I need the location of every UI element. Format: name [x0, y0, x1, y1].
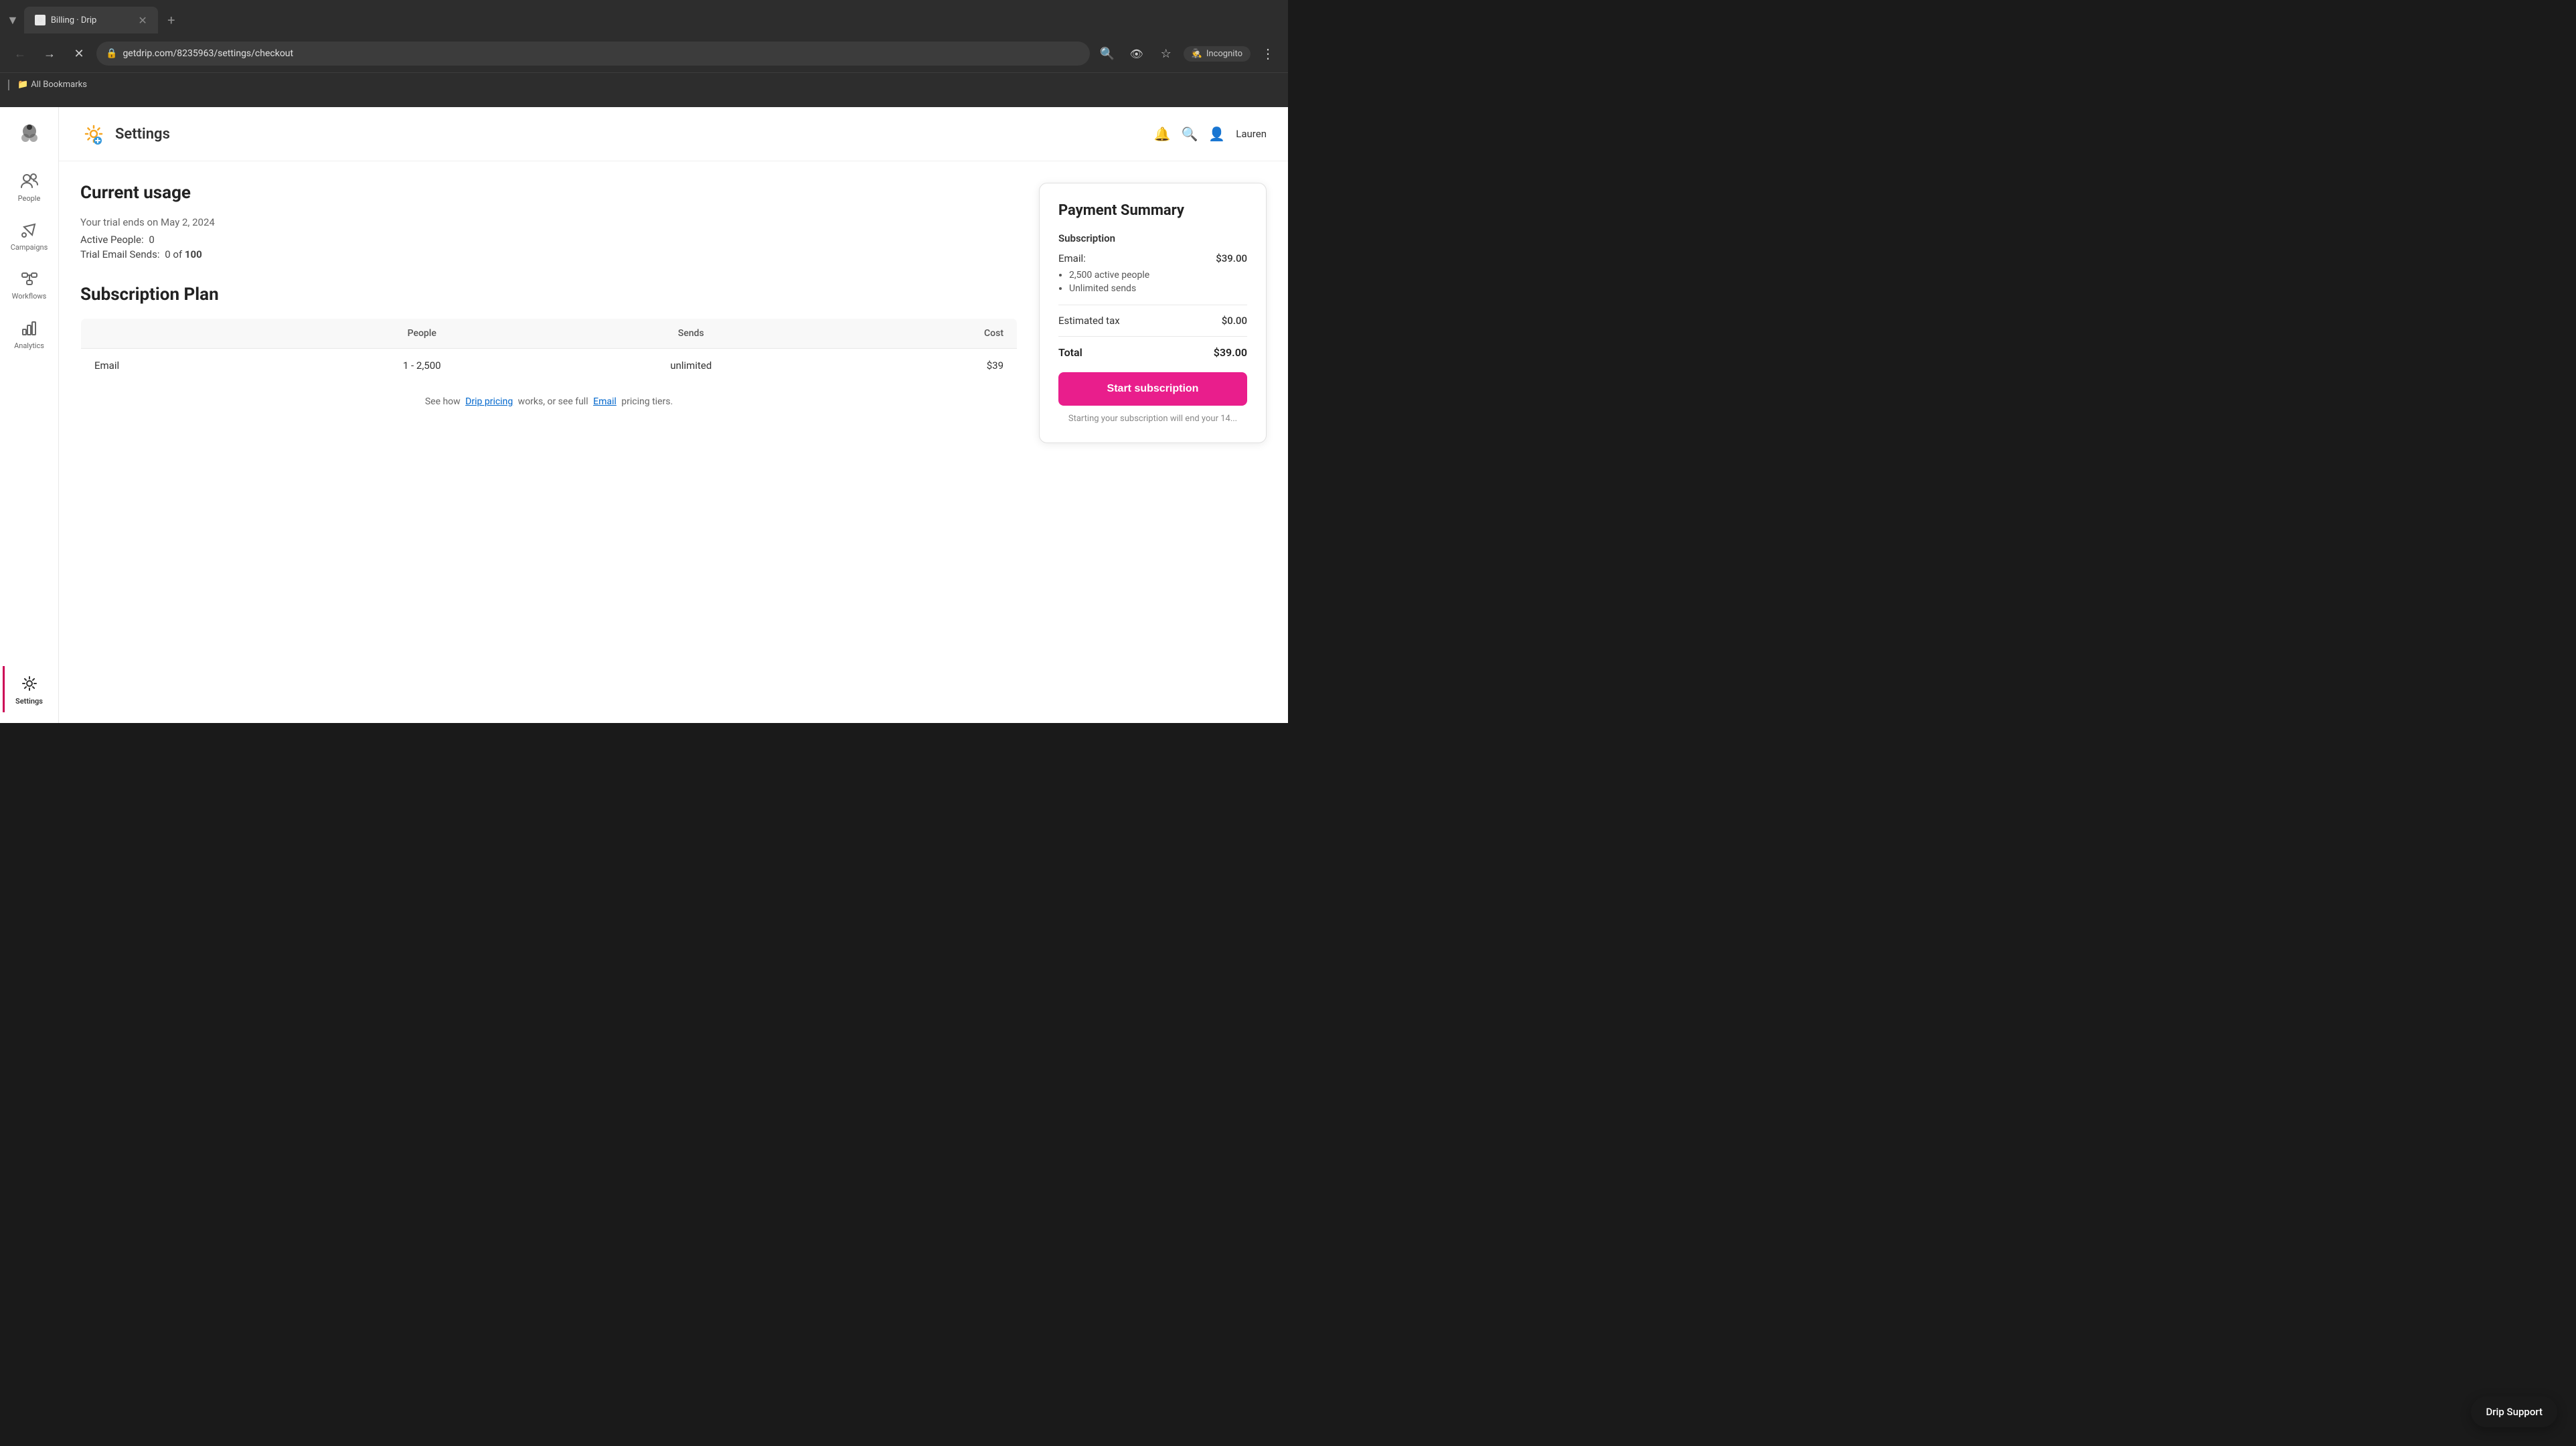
- tab-close-button[interactable]: ✕: [138, 14, 147, 27]
- incognito-label: Incognito: [1206, 49, 1242, 59]
- bookmarks-folder[interactable]: 📁 All Bookmarks: [17, 80, 87, 90]
- feature-active-people: 2,500 active people: [1069, 270, 1247, 280]
- trial-end-text: Your trial ends on May 2, 2024: [80, 216, 1018, 228]
- page-header: Settings 🔔 🔍 👤 Lauren: [59, 107, 1288, 161]
- drip-pricing-link[interactable]: Drip pricing: [465, 396, 513, 407]
- table-col-cost: Cost: [829, 319, 1017, 349]
- sidebar-label-campaigns: Campaigns: [11, 243, 48, 252]
- plan-name-cell: Email: [81, 349, 291, 383]
- header-user-icon[interactable]: 👤: [1208, 126, 1225, 142]
- user-name[interactable]: Lauren: [1236, 128, 1267, 140]
- page-title: Settings: [115, 126, 170, 143]
- main-content: Settings 🔔 🔍 👤 Lauren Current usage Your…: [59, 107, 1288, 723]
- summary-divider-2: [1058, 336, 1247, 337]
- notification-bell-icon[interactable]: 🔔: [1154, 126, 1171, 142]
- sidebar-label-workflows: Workflows: [12, 292, 47, 301]
- sidebar-item-analytics[interactable]: Analytics: [4, 311, 55, 357]
- sidebar-label-analytics: Analytics: [14, 341, 44, 350]
- url-text: getdrip.com/8235963/settings/checkout: [123, 48, 293, 59]
- pricing-note-prefix: See how: [425, 396, 461, 407]
- sidebar-item-workflows[interactable]: Workflows: [4, 261, 55, 307]
- start-subscription-button[interactable]: Start subscription: [1058, 372, 1247, 406]
- pricing-note-middle: works, or see full: [518, 396, 588, 407]
- subscription-note: Starting your subscription will end your…: [1058, 414, 1247, 424]
- email-cost-row: Email: $39.00: [1058, 252, 1247, 264]
- active-people-text: Active People: 0: [80, 234, 1018, 246]
- browser-bookmark-icon[interactable]: ☆: [1154, 42, 1178, 66]
- active-browser-tab[interactable]: ⚙ Billing · Drip ✕: [24, 7, 158, 33]
- content-area: Current usage Your trial ends on May 2, …: [59, 161, 1288, 465]
- header-actions: 🔔 🔍 👤 Lauren: [1154, 126, 1267, 142]
- subscription-section-label: Subscription: [1058, 232, 1247, 244]
- address-bar[interactable]: 🔒 getdrip.com/8235963/settings/checkout: [96, 42, 1090, 66]
- sidebar-label-people: People: [18, 194, 41, 203]
- table-col-people: People: [291, 319, 553, 349]
- settings-icon: [19, 673, 40, 694]
- email-sends-text: Trial Email Sends: 0 of 100: [80, 248, 1018, 260]
- browser-lens-icon[interactable]: 👁: [1125, 42, 1149, 66]
- folder-icon: 📁: [17, 80, 28, 90]
- sidebar-label-settings: Settings: [15, 697, 43, 706]
- security-icon: 🔒: [106, 48, 117, 59]
- tax-value: $0.00: [1222, 315, 1247, 327]
- plan-sends-cell: unlimited: [553, 349, 829, 383]
- drip-support-button[interactable]: Drip Support: [2471, 1396, 2557, 1427]
- email-cost-value: $39.00: [1216, 252, 1247, 264]
- plan-table: People Sends Cost Email 1 - 2,500 unlimi…: [80, 318, 1018, 383]
- plan-features-list: 2,500 active people Unlimited sends: [1069, 270, 1247, 294]
- campaigns-icon: [19, 219, 40, 240]
- pricing-note-suffix: pricing tiers.: [621, 396, 673, 407]
- content-left: Current usage Your trial ends on May 2, …: [80, 183, 1018, 443]
- new-tab-button[interactable]: +: [161, 9, 182, 31]
- folder-label: All Bookmarks: [31, 80, 87, 90]
- browser-back-icon: ▼: [7, 13, 19, 27]
- current-usage-title: Current usage: [80, 183, 1018, 203]
- table-col-sends: Sends: [553, 319, 829, 349]
- browser-back-button[interactable]: ←: [8, 42, 32, 66]
- email-sends-label: Trial Email Sends:: [80, 248, 160, 260]
- app-logo[interactable]: [13, 118, 46, 150]
- incognito-button[interactable]: 🕵️ Incognito: [1184, 46, 1251, 62]
- sidebar-item-people[interactable]: People: [4, 163, 55, 210]
- feature-unlimited-sends: Unlimited sends: [1069, 283, 1247, 294]
- email-sends-value: 0 of 100: [165, 248, 202, 260]
- analytics-icon: [19, 317, 40, 339]
- page-settings-icon: [80, 120, 107, 147]
- people-icon: [19, 170, 40, 191]
- browser-forward-button[interactable]: →: [37, 42, 62, 66]
- plan-people-cell: 1 - 2,500: [291, 349, 553, 383]
- sidebar-item-settings[interactable]: Settings: [3, 666, 54, 712]
- active-people-value: 0: [149, 234, 154, 246]
- tab-title: Billing · Drip: [51, 15, 96, 25]
- tab-favicon: ⚙: [35, 15, 46, 25]
- incognito-icon: 🕵️: [1192, 49, 1202, 59]
- subscription-plan-title: Subscription Plan: [80, 285, 1018, 305]
- payment-summary-title: Payment Summary: [1058, 202, 1247, 219]
- tax-label: Estimated tax: [1058, 315, 1120, 327]
- total-row: Total $39.00: [1058, 346, 1247, 359]
- email-cost-label: Email:: [1058, 252, 1086, 264]
- sidebar-item-campaigns[interactable]: Campaigns: [4, 212, 55, 258]
- table-row: Email 1 - 2,500 unlimited $39: [81, 349, 1018, 383]
- table-col-plan: [81, 319, 291, 349]
- pricing-note: See how Drip pricing works, or see full …: [80, 396, 1018, 407]
- sidebar: People Campaigns: [0, 107, 59, 723]
- email-pricing-link[interactable]: Email: [593, 396, 617, 407]
- tax-row: Estimated tax $0.00: [1058, 315, 1247, 327]
- total-value: $39.00: [1214, 346, 1247, 359]
- browser-search-icon[interactable]: 🔍: [1095, 42, 1119, 66]
- browser-menu-button[interactable]: ⋮: [1256, 42, 1280, 66]
- header-search-icon[interactable]: 🔍: [1181, 126, 1198, 142]
- browser-reload-button[interactable]: ✕: [67, 42, 91, 66]
- total-label: Total: [1058, 346, 1082, 359]
- payment-summary: Payment Summary Subscription Email: $39.…: [1039, 183, 1267, 443]
- active-people-label: Active People:: [80, 234, 144, 246]
- plan-cost-cell: $39: [829, 349, 1017, 383]
- workflows-icon: [19, 268, 40, 289]
